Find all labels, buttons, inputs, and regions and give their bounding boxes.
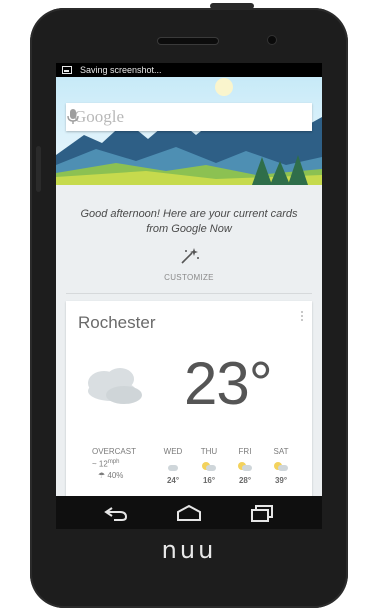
overcast-cloud-icon xyxy=(88,368,142,404)
partly-sunny-icon xyxy=(274,462,288,472)
precip-value: 40% xyxy=(107,471,124,480)
screenshot-icon xyxy=(62,66,72,74)
cloudy-icon xyxy=(166,462,180,472)
forecast-day-label: SAT xyxy=(273,447,289,456)
microphone-icon[interactable] xyxy=(66,109,80,125)
google-logo: Google xyxy=(74,107,125,126)
wind-unit: mph xyxy=(107,459,120,465)
forecast-high: 39° xyxy=(274,476,288,485)
current-temperature: 23° xyxy=(184,350,273,417)
google-now-header: Google xyxy=(56,77,322,185)
recent-apps-icon[interactable] xyxy=(248,504,276,522)
magic-wand-icon[interactable] xyxy=(178,247,200,265)
weather-card[interactable]: Rochester 23° OVERCAST ~ 12mph ☂ 40% WED… xyxy=(66,301,312,529)
partly-sunny-icon xyxy=(238,462,252,472)
wind-icon: ~ xyxy=(92,459,97,469)
card-menu-icon[interactable] xyxy=(301,311,304,323)
front-camera xyxy=(268,36,276,44)
forecast-day-label: FRI xyxy=(238,447,252,456)
forecast-high: 16° xyxy=(202,476,216,485)
wind-value: 12 xyxy=(98,459,108,469)
forecast-day-label: THU xyxy=(200,447,218,456)
forecast-day: FRI 28° xyxy=(230,447,260,485)
phone-screen: Saving screenshot... Google Good afterno… xyxy=(56,63,322,529)
earpiece-speaker xyxy=(158,38,218,44)
mountain-landscape xyxy=(56,78,322,185)
greeting-section: Good afternoon! Here are your current ca… xyxy=(56,185,322,293)
status-notification: Saving screenshot... xyxy=(80,65,162,75)
umbrella-icon: ☂ xyxy=(98,471,106,480)
wind-speed: ~ 12mph xyxy=(92,459,119,469)
weather-condition: OVERCAST xyxy=(91,447,136,456)
navigation-bar xyxy=(56,496,322,529)
power-button[interactable] xyxy=(210,3,254,9)
brand-logo: nuu xyxy=(161,536,217,564)
section-divider xyxy=(66,293,312,294)
precipitation: ☂ 40% xyxy=(98,471,123,480)
forecast-day: THU 16° xyxy=(194,447,224,485)
home-icon[interactable] xyxy=(175,504,203,522)
volume-button[interactable] xyxy=(36,146,41,192)
weather-location: Rochester xyxy=(78,313,156,332)
search-bar[interactable]: Google xyxy=(66,103,312,131)
forecast-high: 24° xyxy=(166,476,180,485)
status-bar: Saving screenshot... xyxy=(56,63,322,77)
forecast-high: 28° xyxy=(238,476,252,485)
greeting-message: Good afternoon! Here are your current ca… xyxy=(80,208,298,235)
customize-button[interactable]: CUSTOMIZE xyxy=(56,273,322,282)
partly-sunny-icon xyxy=(202,462,216,472)
forecast-day: SAT 39° xyxy=(266,447,296,485)
forecast-day-label: WED xyxy=(163,447,183,456)
forecast-day: WED 24° xyxy=(158,447,188,485)
back-icon[interactable] xyxy=(102,504,130,522)
